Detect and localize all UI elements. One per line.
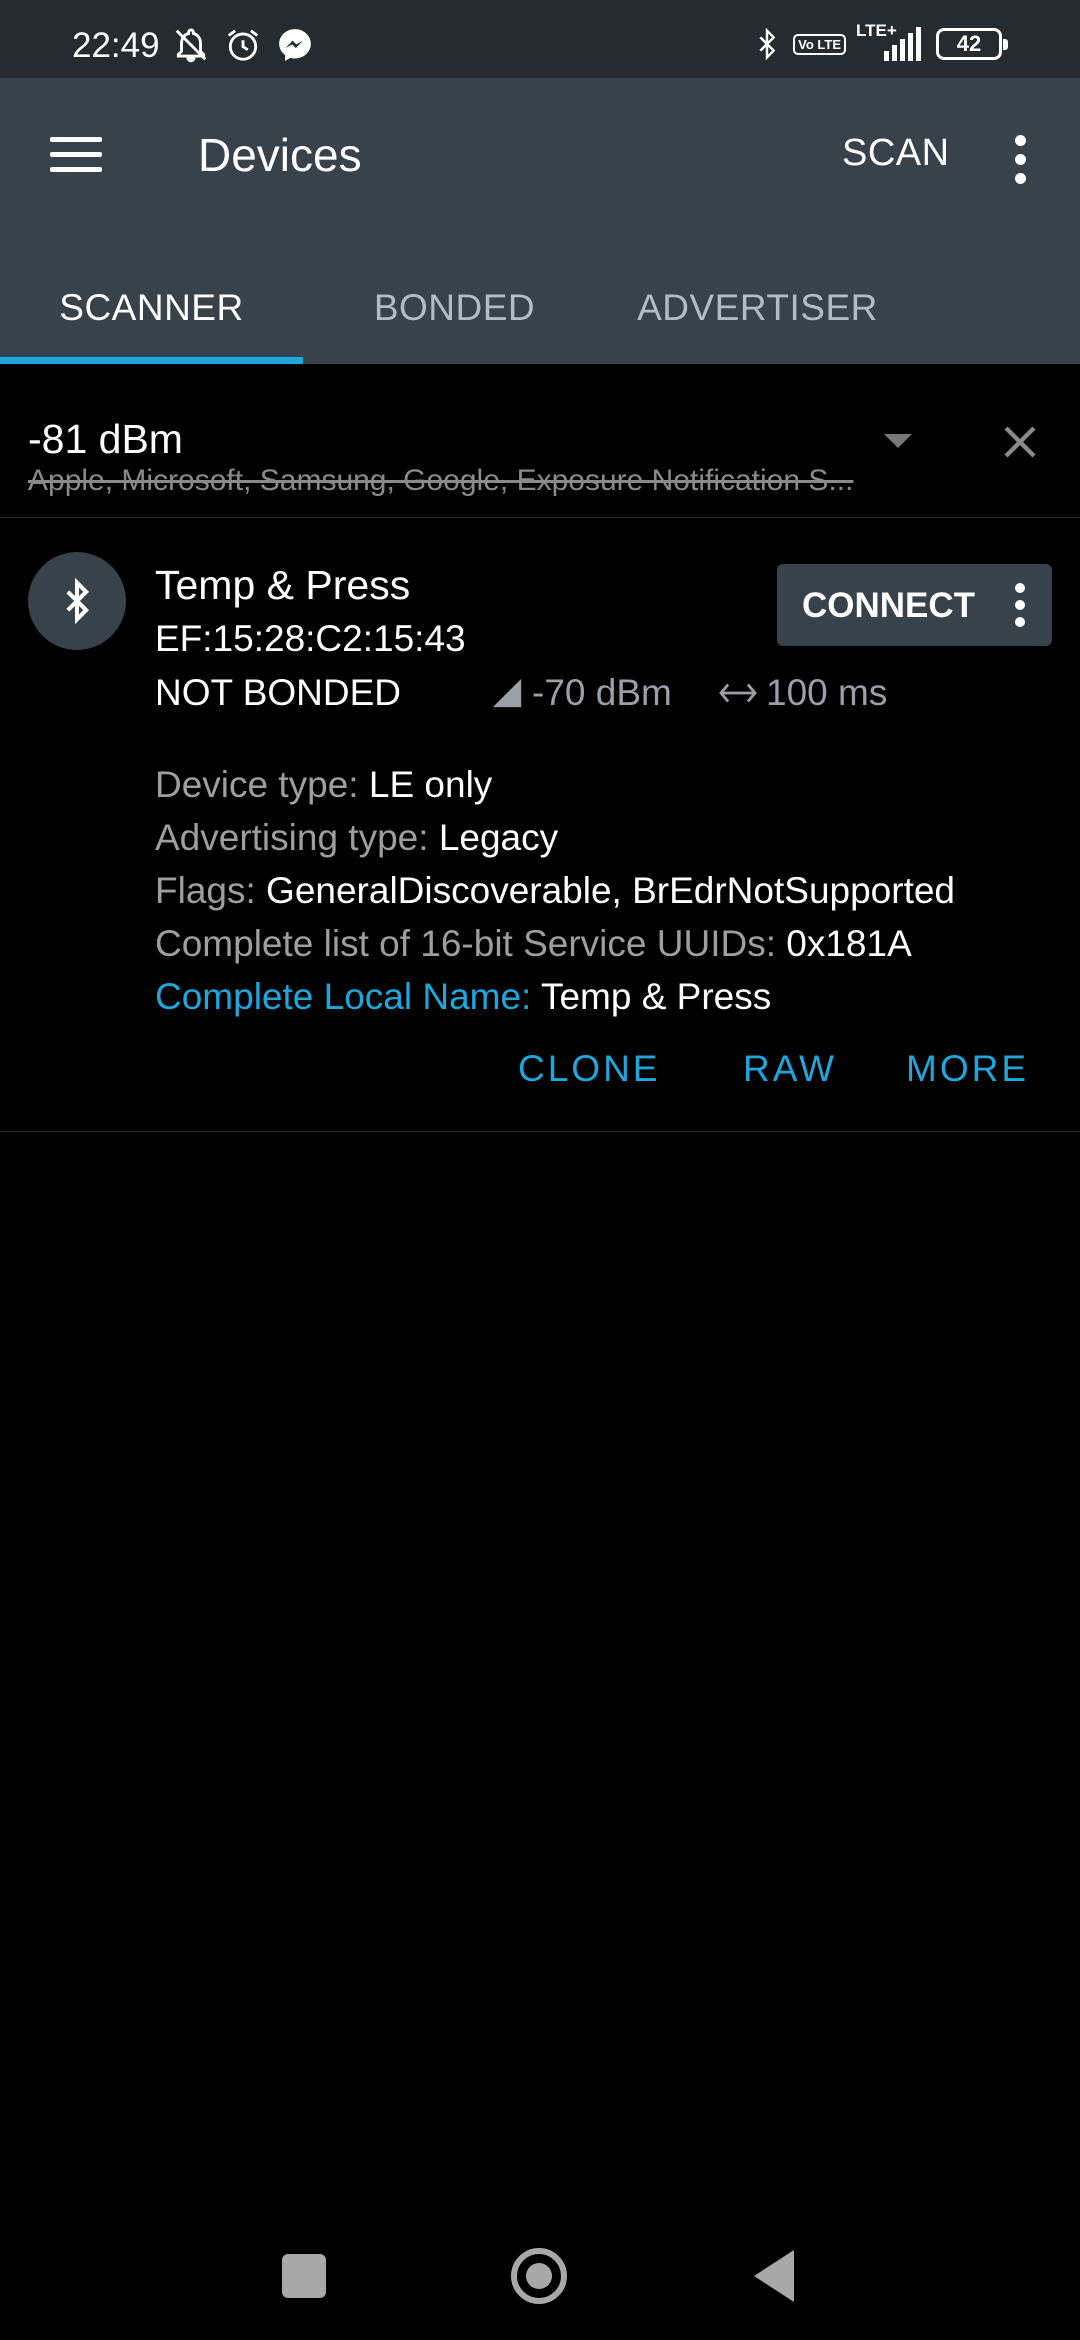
connect-label: CONNECT <box>802 586 976 625</box>
signal-strength-icon <box>492 678 522 708</box>
device-list-item[interactable]: Temp & Press EF:15:28:C2:15:43 NOT BONDE… <box>0 518 1080 1132</box>
tab-advertiser[interactable]: ADVERTISER <box>606 252 909 364</box>
signal-icon: LTE+ <box>856 21 926 63</box>
clone-button[interactable]: CLONE <box>518 1048 660 1090</box>
detail-key: Advertising type: <box>155 817 439 858</box>
detail-row: Complete list of 16-bit Service UUIDs: 0… <box>155 917 955 970</box>
connect-button[interactable]: CONNECT <box>777 564 1052 646</box>
detail-value: 0x181A <box>786 923 912 964</box>
detail-row: Flags: GeneralDiscoverable, BrEdrNotSupp… <box>155 864 955 917</box>
device-actions: CLONE RAW MORE <box>0 1048 1080 1108</box>
chevron-down-icon[interactable] <box>880 424 916 454</box>
status-time: 22:49 <box>72 26 160 65</box>
system-nav-bar <box>0 2220 1080 2340</box>
interval-value: 100 ms <box>766 672 888 713</box>
detail-value: LE only <box>368 764 493 805</box>
volte-icon: Vo LTE <box>793 33 846 55</box>
back-icon[interactable] <box>754 2250 794 2302</box>
detail-value: GeneralDiscoverable, BrEdrNotSupported <box>266 870 956 911</box>
tab-scanner[interactable]: SCANNER <box>0 252 303 364</box>
device-name: Temp & Press <box>155 562 411 608</box>
detail-row: Advertising type: Legacy <box>155 811 955 864</box>
app-bar: Devices SCAN SCANNER BONDED ADVERTISER <box>0 78 1080 364</box>
detail-value: Temp & Press <box>540 976 772 1017</box>
filter-bar[interactable]: -81 dBm Apple, Microsoft, Samsung, Googl… <box>0 364 1080 518</box>
bluetooth-icon <box>28 552 126 650</box>
status-indicators: Vo LTE LTE+ 42 <box>751 21 1008 64</box>
detail-row: Complete Local Name: Temp & Press <box>155 970 955 1023</box>
advertising-details: Device type: LE only Advertising type: L… <box>155 758 955 1023</box>
detail-key: Device type: <box>155 764 369 805</box>
tab-bonded[interactable]: BONDED <box>303 252 606 364</box>
filter-excluded-list: Apple, Microsoft, Samsung, Google, Expos… <box>28 464 854 497</box>
detail-value: Legacy <box>438 817 559 858</box>
page-title: Devices <box>198 129 362 181</box>
bond-state: NOT BONDED <box>155 672 402 713</box>
raw-button[interactable]: RAW <box>743 1048 837 1090</box>
tab-bar: SCANNER BONDED ADVERTISER <box>0 252 1080 364</box>
messenger-icon <box>279 29 311 61</box>
detail-row: Device type: LE only <box>155 758 955 811</box>
menu-icon[interactable] <box>36 114 116 194</box>
bell-off-icon <box>175 28 207 63</box>
close-icon[interactable] <box>996 418 1044 466</box>
more-button[interactable]: MORE <box>906 1048 1029 1090</box>
detail-key: Complete Local Name: <box>155 976 541 1017</box>
detail-key: Flags: <box>155 870 267 911</box>
detail-key: Complete list of 16-bit Service UUIDs: <box>155 923 787 964</box>
battery-icon: 42 <box>936 28 1008 60</box>
bluetooth-icon <box>759 27 776 61</box>
interval-arrows-icon <box>719 683 757 703</box>
overflow-icon[interactable] <box>990 124 1050 194</box>
device-mac-address: EF:15:28:C2:15:43 <box>155 618 466 659</box>
more-vert-icon[interactable] <box>1005 578 1035 632</box>
device-rssi: -70 dBm <box>490 672 672 714</box>
recents-icon[interactable] <box>282 2254 326 2298</box>
home-icon[interactable] <box>511 2248 567 2304</box>
alarm-icon <box>227 29 259 61</box>
scan-button[interactable]: SCAN <box>830 124 962 188</box>
filter-rssi: -81 dBm <box>28 416 183 462</box>
battery-level: 42 <box>956 31 982 56</box>
tab-indicator <box>0 357 303 364</box>
status-bar: 22:49 Vo LTE LTE+ 42 <box>0 0 1080 78</box>
device-interval: 100 ms <box>718 672 887 714</box>
rssi-value: -70 dBm <box>532 672 672 713</box>
